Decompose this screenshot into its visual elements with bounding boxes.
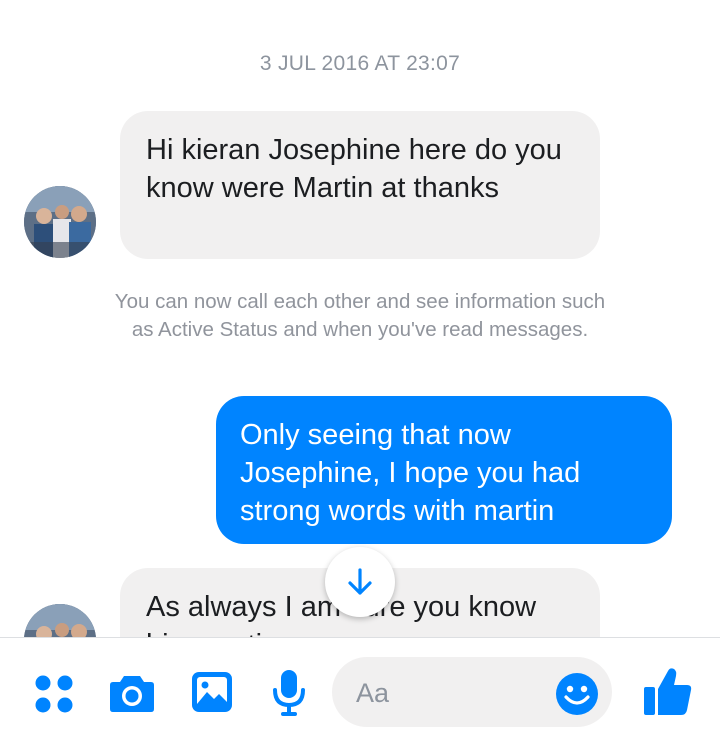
emoji-button[interactable]	[555, 672, 599, 716]
emoji-icon	[556, 673, 598, 715]
microphone-button[interactable]	[272, 668, 306, 718]
gallery-button[interactable]	[190, 670, 234, 714]
arrow-down-icon	[348, 568, 372, 595]
avatar-photo	[24, 186, 96, 258]
outgoing-message[interactable]: Only seeing that now Josephine, I hope y…	[216, 396, 672, 544]
system-notice: You can now call each other and see info…	[114, 290, 606, 341]
apps-icon	[35, 675, 73, 713]
camera-icon	[110, 676, 154, 712]
scroll-to-bottom-button[interactable]	[325, 547, 395, 617]
composer-bar	[0, 637, 720, 737]
contact-avatar[interactable]	[24, 186, 96, 258]
microphone-icon	[273, 670, 305, 716]
thumbs-up-icon	[644, 668, 692, 715]
like-button[interactable]	[642, 665, 694, 717]
message-input[interactable]	[354, 671, 558, 715]
incoming-message[interactable]: Hi kieran Josephine here do you know wer…	[120, 111, 600, 259]
gallery-icon	[192, 672, 232, 712]
timestamp: 3 JUL 2016 AT 23:07	[259, 52, 461, 75]
camera-button[interactable]	[108, 672, 156, 714]
apps-button[interactable]	[34, 674, 74, 714]
